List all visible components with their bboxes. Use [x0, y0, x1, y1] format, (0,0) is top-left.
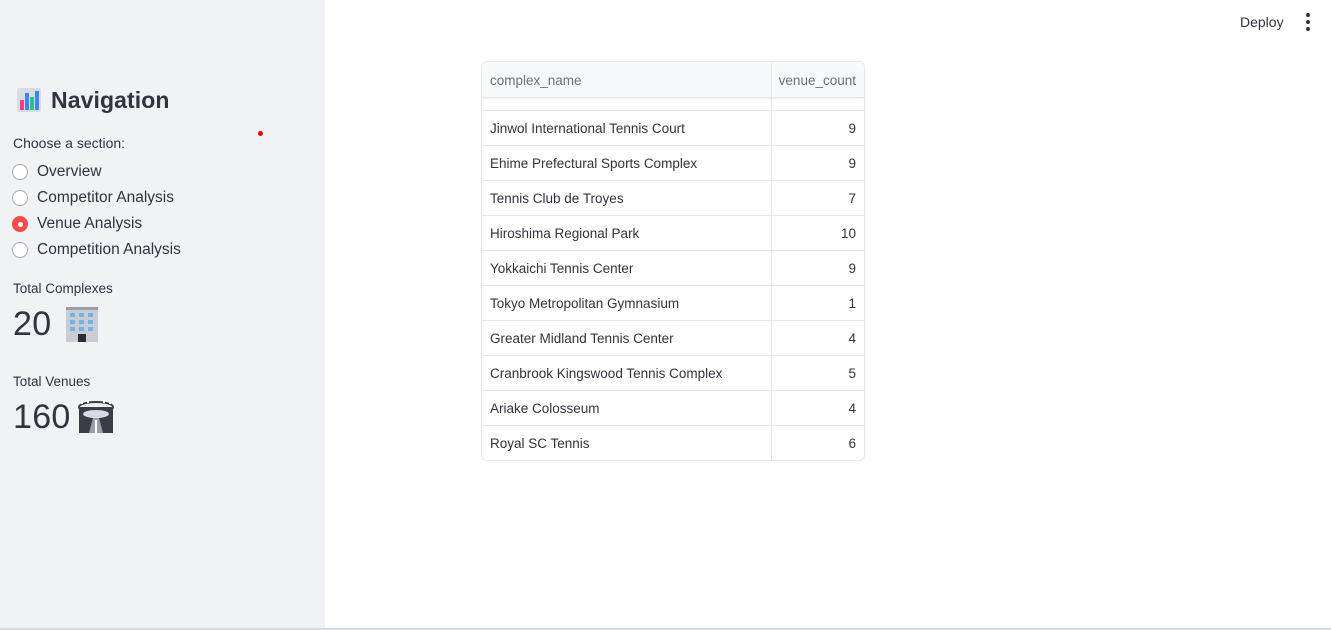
column-header-venue-count[interactable]: venue_count: [772, 62, 864, 98]
metric-label: Total Venues: [13, 374, 91, 389]
metric-value-row: 160: [13, 397, 115, 437]
vertical-ellipsis-icon[interactable]: [1300, 12, 1316, 32]
table-cell-venue-count: 5: [848, 365, 856, 381]
table-cell-complex-name: Yokkaichi Tennis Center: [482, 251, 772, 285]
radio-label: Overview: [37, 163, 102, 180]
table-row[interactable]: Tennis Club de Troyes 7: [482, 181, 864, 216]
table-cell-venue-count: 9: [848, 260, 856, 276]
office-building-emoji-icon: [66, 307, 99, 342]
table-row[interactable]: Jinwol International Tennis Court 9: [482, 111, 864, 146]
table-cell-complex-name: Ariake Colosseum: [482, 391, 772, 425]
table-header: complex_name venue_count: [482, 62, 864, 98]
table-cell-complex-name: Jinwol International Tennis Court: [482, 111, 772, 145]
table-cell-venue-count: 4: [848, 330, 856, 346]
table-cell-venue-count: 7: [848, 190, 856, 206]
radio-option-competitor-analysis[interactable]: Competitor Analysis: [12, 185, 181, 211]
table-row[interactable]: Royal SC Tennis 6: [482, 426, 864, 460]
radio-label: Venue Analysis: [37, 215, 143, 232]
table-cell-venue-count: 10: [840, 225, 856, 241]
table-cell-complex-name: Hiroshima Regional Park: [482, 216, 772, 250]
table-cell-complex-name: Cranbrook Kingswood Tennis Complex: [482, 356, 772, 390]
radio-circle-selected[interactable]: [12, 216, 28, 232]
stadium-emoji-icon: [77, 400, 114, 433]
metric-value-row: 20: [13, 304, 113, 344]
table-body: Jinwol International Tennis Court 9 Ehime…: [482, 76, 864, 460]
table-cell-venue-count: 1: [848, 295, 856, 311]
metric-value: 20: [13, 304, 52, 343]
table-row[interactable]: Hiroshima Regional Park 10: [482, 216, 864, 251]
table-cell-venue-count: 4: [848, 400, 856, 416]
metric-total-complexes: Total Complexes 20: [13, 281, 113, 344]
sidebar: Navigation Choose a section: Overview Co…: [0, 0, 325, 630]
radio-circle[interactable]: [12, 190, 28, 206]
radio-option-overview[interactable]: Overview: [12, 159, 181, 185]
section-radio-group: Overview Competitor Analysis Venue Analy…: [12, 159, 181, 263]
table-cell-complex-name: Tokyo Metropolitan Gymnasium: [482, 286, 772, 320]
sidebar-title-text: Navigation: [51, 86, 170, 113]
table-row[interactable]: Ehime Prefectural Sports Complex 9: [482, 146, 864, 181]
table-cell-venue-count: 9: [848, 155, 856, 171]
radio-circle[interactable]: [12, 242, 28, 258]
metric-label: Total Complexes: [13, 281, 113, 296]
table-row[interactable]: Ariake Colosseum 4: [482, 391, 864, 426]
table-row[interactable]: Greater Midland Tennis Center 4: [482, 321, 864, 356]
status-dot: [258, 131, 263, 136]
table-cell-complex-name: Ehime Prefectural Sports Complex: [482, 146, 772, 180]
table-cell-complex-name: Tennis Club de Troyes: [482, 181, 772, 215]
radio-caption: Choose a section:: [13, 135, 126, 151]
bar-chart-emoji-icon: [17, 88, 41, 112]
table-row[interactable]: Tokyo Metropolitan Gymnasium 1: [482, 286, 864, 321]
data-table[interactable]: complex_name venue_count Jinwol Internat…: [481, 61, 865, 461]
deploy-button[interactable]: Deploy: [1230, 10, 1294, 34]
table-row[interactable]: Cranbrook Kingswood Tennis Complex 5: [482, 356, 864, 391]
metric-value: 160: [13, 397, 71, 436]
table-row[interactable]: Yokkaichi Tennis Center 9: [482, 251, 864, 286]
column-header-complex-name[interactable]: complex_name: [482, 62, 772, 98]
radio-label: Competitor Analysis: [37, 189, 174, 206]
table-cell-complex-name: Greater Midland Tennis Center: [482, 321, 772, 355]
radio-circle[interactable]: [12, 164, 28, 180]
table-cell-venue-count: 9: [848, 120, 856, 136]
radio-option-venue-analysis[interactable]: Venue Analysis: [12, 211, 181, 237]
radio-label: Competition Analysis: [37, 241, 181, 258]
metric-total-venues: Total Venues 160: [13, 374, 115, 437]
table-cell-complex-name: Royal SC Tennis: [482, 426, 772, 460]
radio-option-competition-analysis[interactable]: Competition Analysis: [12, 237, 181, 263]
table-cell-venue-count: 6: [848, 436, 856, 451]
sidebar-title: Navigation: [16, 86, 170, 114]
